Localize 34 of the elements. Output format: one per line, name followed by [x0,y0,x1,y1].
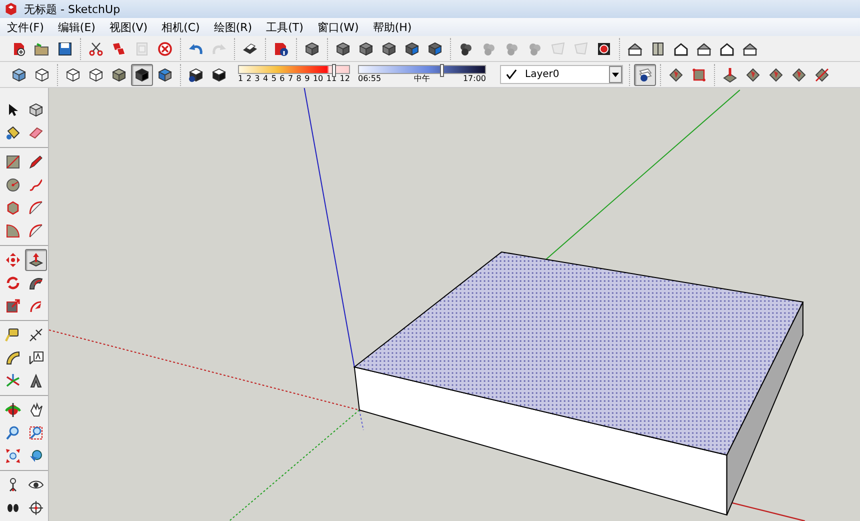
layer-name: Layer0 [525,69,560,80]
push-pull-icon[interactable] [25,249,47,271]
month-label: 12 [340,74,350,84]
menu-item[interactable]: 编辑(E) [50,20,102,34]
window-title: 无标题 - SketchUp [24,2,120,16]
month-label: 8 [296,74,302,84]
app-logo-icon [4,2,18,16]
menu-item[interactable]: 帮助(H) [366,20,419,34]
menu-item[interactable]: 工具(T) [259,20,310,34]
time-label: 中午 [414,74,430,84]
box-drawing[interactable] [353,251,804,516]
month-label: 4 [262,74,268,84]
slider-thumb[interactable] [440,64,444,77]
menu-item[interactable]: 绘图(R) [206,20,260,34]
month-label: 1 [238,74,244,84]
month-label: 3 [254,74,260,84]
menu-item[interactable]: 窗口(W) [310,20,366,34]
menu-item[interactable]: 相机(C) [154,20,207,34]
month-label: 6 [280,74,285,84]
time-slider-track[interactable] [358,65,486,74]
month-label: 5 [271,74,276,84]
menu-item[interactable]: 文件(F) [0,20,51,34]
month-label: 9 [304,74,310,84]
time-label: 17:00 [462,74,486,84]
month-label: 7 [288,74,294,84]
layer-manager-icon[interactable] [634,64,656,86]
layer-dropdown[interactable]: Layer0 [500,65,623,84]
month-label: 10 [312,74,324,84]
menu-item[interactable]: 视图(V) [102,20,155,34]
month-slider-track[interactable] [238,65,350,74]
time-label: 06:55 [358,74,382,84]
slider-thumb[interactable] [332,64,336,77]
cube-icon[interactable] [131,64,153,86]
month-label: 2 [246,74,252,84]
